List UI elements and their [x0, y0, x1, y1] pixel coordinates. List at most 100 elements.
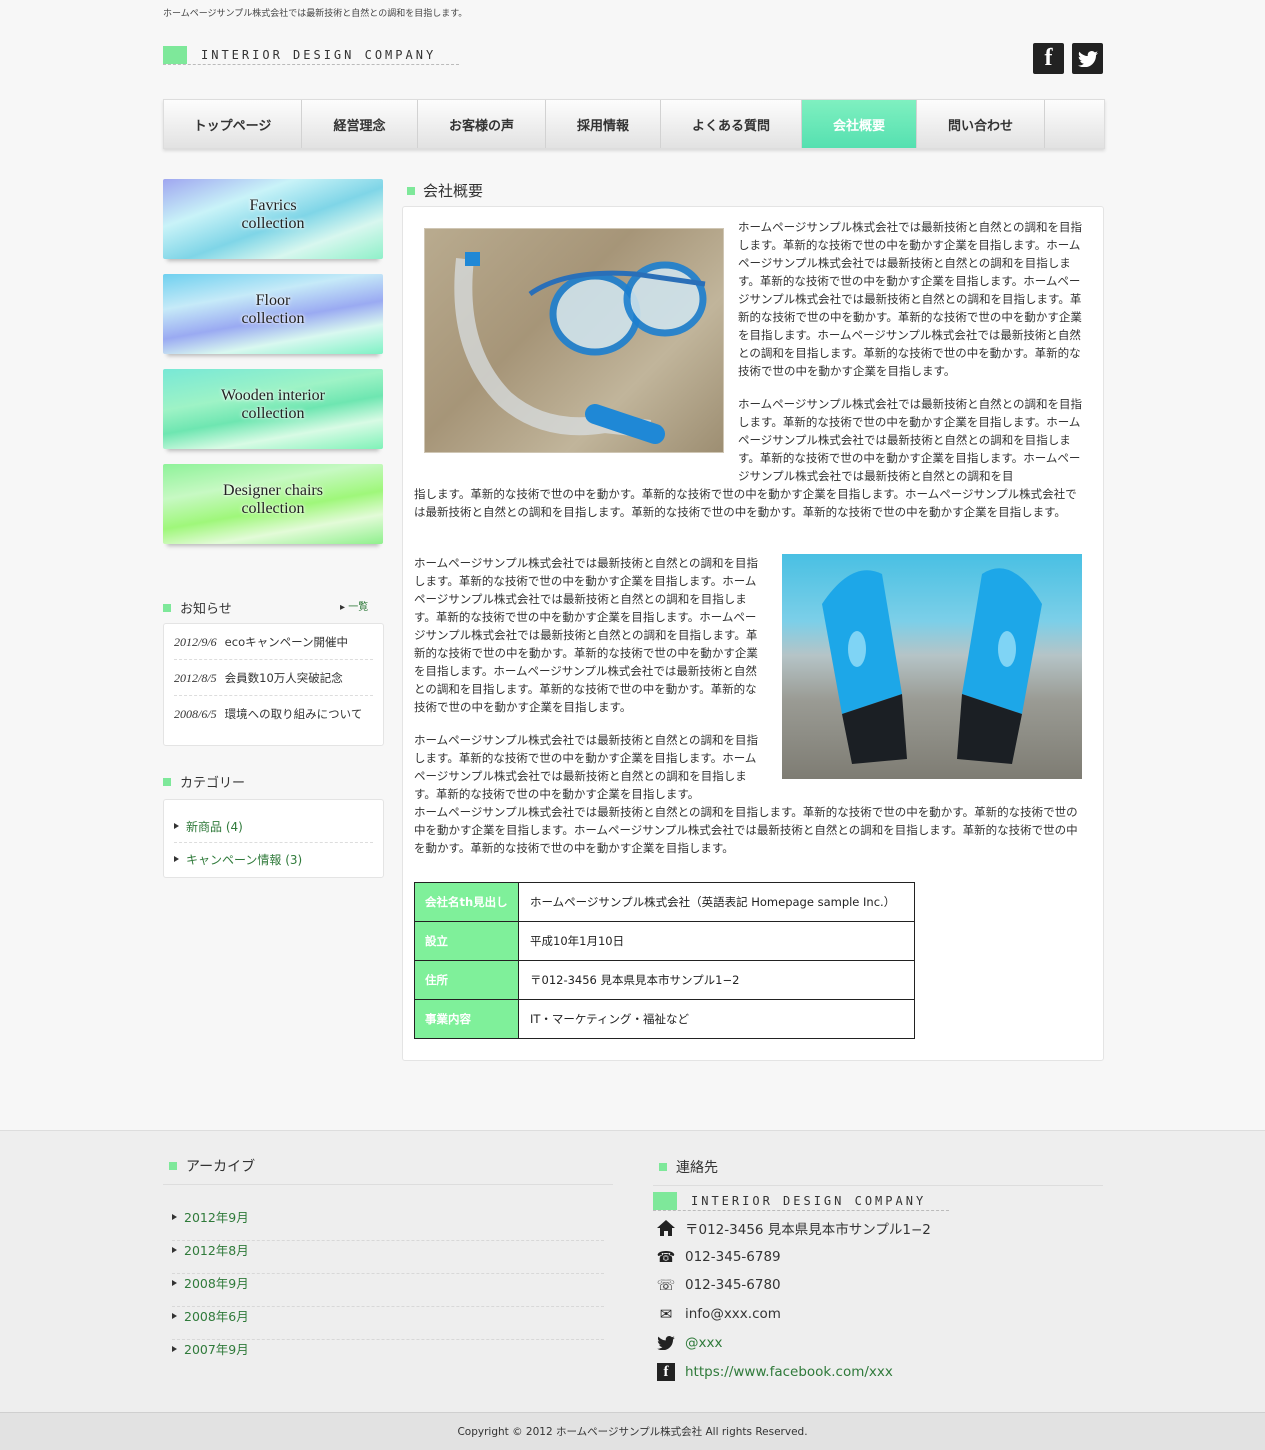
table-header-cell: 設立 [414, 921, 519, 961]
archive-heading-text: アーカイブ [186, 1159, 256, 1175]
mail-icon: ✉ [659, 1305, 673, 1323]
contact-facebook: f https://www.facebook.com/xxx [656, 1362, 893, 1382]
facebook-link[interactable]: https://www.facebook.com/xxx [685, 1364, 893, 1380]
news-text: 環境への取り組みについて [224, 707, 363, 721]
table-cell: 〒012-3456 見本県見本市サンプル1−2 [518, 960, 915, 1000]
site-logo[interactable]: INTERIOR DESIGN COMPANY [163, 45, 459, 65]
table-row: 事業内容 IT・マーケティング・福祉など [414, 999, 915, 1039]
contact-twitter: @xxx [656, 1333, 722, 1353]
archive-label: 2012年8月 [184, 1243, 249, 1258]
fax-text: 012-345-6780 [685, 1277, 781, 1293]
facebook-icon: f [656, 1363, 676, 1381]
nav-item-recruit[interactable]: 採用情報 [546, 100, 661, 148]
email-text[interactable]: info@xxx.com [685, 1306, 781, 1322]
news-text: ecoキャンペーン開催中 [224, 635, 349, 649]
arrow-right-icon [174, 823, 179, 829]
archive-item[interactable]: 2008年9月 [172, 1274, 604, 1307]
table-cell: 平成10年1月10日 [518, 921, 915, 961]
archive-item[interactable]: 2007年9月 [172, 1340, 604, 1373]
arrow-right-icon [172, 1214, 177, 1220]
heading-bullet [659, 1163, 667, 1171]
arrow-right-icon [172, 1280, 177, 1286]
arrow-right-icon [172, 1247, 177, 1253]
logo-mark [163, 45, 187, 64]
twitter-icon[interactable] [1072, 43, 1103, 74]
copyright-bar: Copyright © 2012 ホームページサンプル株式会社 All righ… [0, 1412, 1265, 1450]
nav-item-company[interactable]: 会社概要 [802, 100, 917, 148]
archive-label: 2008年9月 [184, 1276, 249, 1291]
facebook-icon[interactable]: f [1033, 43, 1064, 74]
twitter-link[interactable]: @xxx [685, 1335, 722, 1351]
nav-item-voices[interactable]: お客様の声 [418, 100, 546, 148]
banner-wooden[interactable]: Wooden interior collection [163, 369, 383, 449]
news-item[interactable]: 2012/8/5 会員数10万人突破記念 [174, 660, 373, 696]
category-list: 新商品 (4) キャンペーン情報 (3) [163, 799, 384, 878]
banner-fabrics[interactable]: Favrics collection [163, 179, 383, 259]
arrow-right-icon [172, 1346, 177, 1352]
page-title-text: 会社概要 [423, 182, 484, 200]
heading-bullet [163, 777, 171, 786]
body-paragraph-3: ホームページサンプル株式会社では最新技術と自然との調和を目指します。革新的な技術… [414, 556, 758, 714]
nav-item-faq[interactable]: よくある質問 [661, 100, 802, 148]
phone-icon: ☎ [656, 1248, 676, 1266]
body-paragraph-4-top: ホームページサンプル株式会社では最新技術と自然との調和を目指します。革新的な技術… [414, 733, 758, 801]
news-list: 2012/9/6 ecoキャンペーン開催中 2012/8/5 会員数10万人突破記念… [163, 623, 384, 746]
news-item[interactable]: 2008/6/5 環境への取り組みについて [174, 696, 373, 731]
copyright-text: Copyright © 2012 ホームページサンプル株式会社 All righ… [457, 1426, 808, 1438]
category-label: キャンペーン情報 (3) [186, 853, 303, 867]
footer-logo[interactable]: INTERIOR DESIGN COMPANY [653, 1191, 949, 1211]
table-header-cell: 会社名th見出し [414, 882, 519, 922]
nav-item-philosophy[interactable]: 経営理念 [302, 100, 418, 148]
address-text: 〒012-3456 見本県見本市サンプル1−2 [685, 1222, 931, 1238]
category-item[interactable]: 新商品 (4) [174, 810, 373, 843]
table-row: 住所 〒012-3456 見本県見本市サンプル1−2 [414, 960, 915, 1000]
contact-heading-text: 連絡先 [676, 1160, 718, 1176]
news-date: 2012/8/5 [174, 671, 217, 685]
category-heading: カテゴリー [163, 772, 245, 791]
archive-label: 2012年9月 [184, 1210, 249, 1225]
heading-bullet [163, 603, 171, 612]
logo-mark [653, 1191, 677, 1210]
nav-item-contact[interactable]: 問い合わせ [917, 100, 1045, 148]
banner-label: Designer chairs collection [223, 482, 323, 517]
intro-paragraph-2-top: ホームページサンプル株式会社では最新技術と自然との調和を目指します。革新的な技術… [738, 397, 1082, 483]
table-header-cell: 住所 [414, 960, 519, 1000]
archive-item[interactable]: 2008年6月 [172, 1307, 604, 1340]
table-cell: ホームページサンプル株式会社（英語表記 Homepage sample Inc.… [518, 882, 915, 922]
fax-icon: ☏ [656, 1276, 676, 1294]
category-heading-text: カテゴリー [180, 776, 246, 791]
arrow-right-icon [172, 1313, 177, 1319]
news-heading: お知らせ [163, 598, 232, 617]
archive-heading: アーカイブ [163, 1156, 613, 1185]
home-icon [656, 1219, 676, 1237]
news-item[interactable]: 2012/9/6 ecoキャンペーン開催中 [174, 624, 373, 660]
table-cell: IT・マーケティング・福祉など [518, 999, 915, 1039]
banner-chairs[interactable]: Designer chairs collection [163, 464, 383, 544]
news-heading-text: お知らせ [180, 602, 232, 617]
archive-label: 2007年9月 [184, 1342, 249, 1357]
category-item[interactable]: キャンペーン情報 (3) [174, 843, 373, 875]
table-row: 会社名th見出し ホームページサンプル株式会社（英語表記 Homepage sam… [414, 882, 915, 922]
intro-paragraph-2-bottom: 指します。革新的な技術で世の中を動かす。革新的な技術で世の中を動かす企業を目指し… [414, 487, 1077, 519]
news-more-link[interactable]: ▸ 一覧 [340, 598, 368, 613]
body-paragraph-4-bottom: ホームページサンプル株式会社では最新技術と自然との調和を目指します。革新的な技術… [414, 805, 1078, 855]
banner-floor[interactable]: Floor collection [163, 274, 383, 354]
banner-label: Wooden interior collection [220, 387, 325, 422]
news-date: 2008/6/5 [174, 707, 217, 721]
company-info-table: 会社名th見出し ホームページサンプル株式会社（英語表記 Homepage sam… [414, 882, 915, 1039]
nav-item-top[interactable]: トップページ [164, 100, 302, 148]
page-title: 会社概要 [407, 180, 483, 201]
twitter-icon [656, 1334, 676, 1352]
main-nav: トップページ 経営理念 お客様の声 採用情報 よくある質問 会社概要 問い合わせ [163, 99, 1105, 149]
arrow-right-icon [174, 856, 179, 862]
contact-email: ✉ info@xxx.com [656, 1304, 781, 1324]
snorkel-photo [424, 228, 724, 453]
site-tagline: ホームページサンプル株式会社では最新技術と自然との調和を目指します。 [163, 9, 468, 19]
intro-paragraph-1: ホームページサンプル株式会社では最新技術と自然との調和を目指します。革新的な技術… [738, 220, 1082, 378]
banner-label: Floor collection [241, 292, 305, 327]
fins-photo [782, 554, 1082, 779]
table-row: 設立 平成10年1月10日 [414, 921, 915, 961]
contact-heading: 連絡先 [653, 1157, 1103, 1186]
archive-item[interactable]: 2012年9月 [172, 1208, 604, 1241]
archive-item[interactable]: 2012年8月 [172, 1241, 604, 1274]
